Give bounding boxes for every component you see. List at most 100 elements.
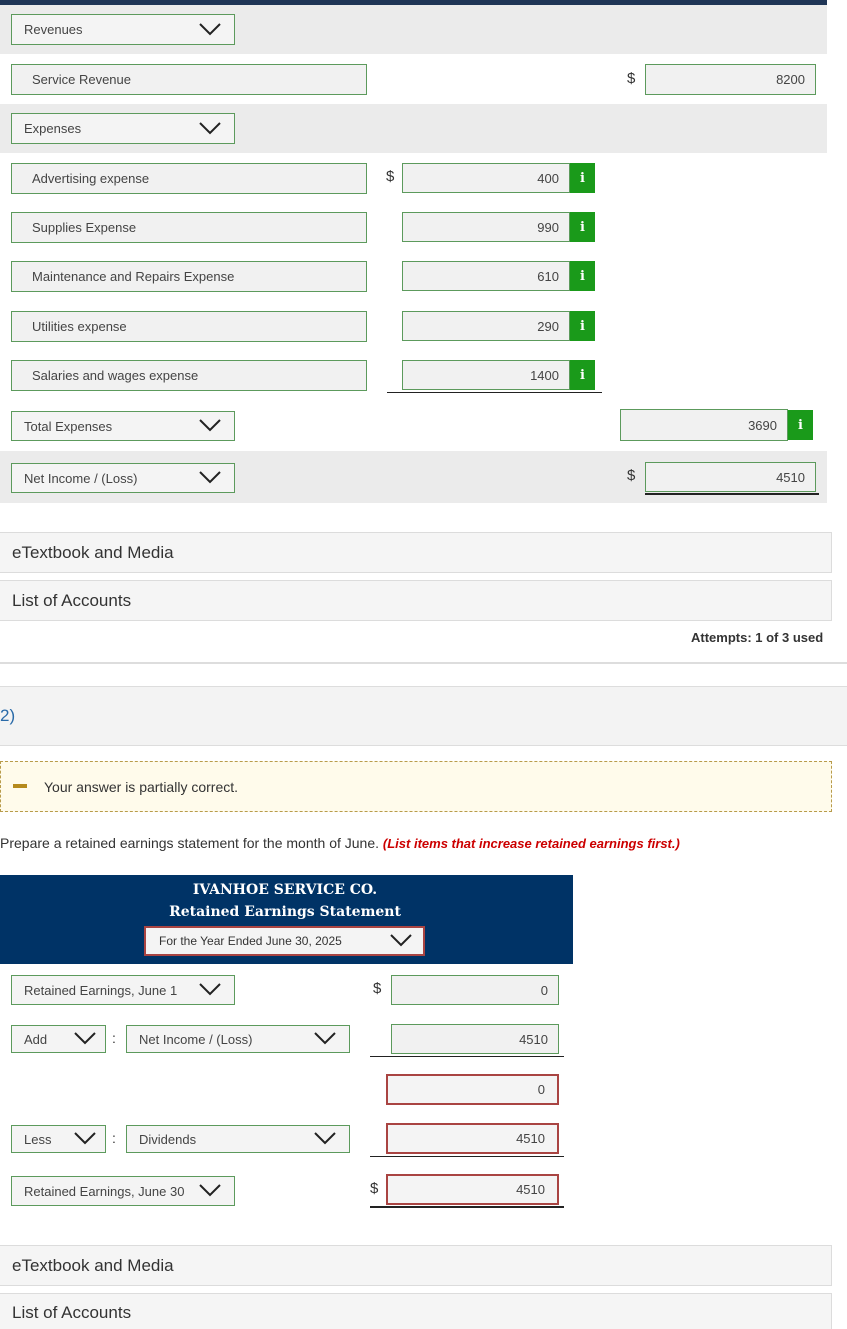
add-item-select[interactable]: Net Income / (Loss) (126, 1025, 350, 1053)
re-begin-amount-text: 0 (540, 982, 548, 998)
revenues-select-label: Revenues (24, 22, 83, 37)
less-select-label: Less (24, 1131, 52, 1147)
re-end-amount[interactable]: 4510 (386, 1174, 559, 1205)
subtotal-underline (370, 1056, 564, 1057)
period-select[interactable]: For the Year Ended June 30, 2025 (144, 926, 425, 956)
total-expenses-amount-text: 3690 (748, 417, 777, 433)
add-amount[interactable]: 4510 (391, 1024, 559, 1054)
add-select-label: Add (24, 1031, 48, 1047)
expense-label-utilities[interactable]: Utilities expense (11, 311, 367, 342)
chevron-down-icon (314, 1132, 336, 1145)
dollar-sign: $ (627, 467, 636, 484)
expense-amount-text: 290 (537, 318, 559, 334)
subtotal-amount[interactable]: 0 (386, 1074, 559, 1105)
info-icon[interactable]: i (788, 410, 813, 440)
statement-title: Retained Earnings Statement (169, 904, 401, 920)
subtotal-amount-text: 0 (537, 1082, 545, 1097)
double-underline (645, 493, 819, 495)
expense-label-text: Salaries and wages expense (32, 368, 199, 383)
expense-amount-text: 400 (537, 170, 559, 186)
chevron-down-icon (199, 121, 221, 134)
partial-icon (13, 784, 27, 788)
list-of-accounts-link[interactable]: List of Accounts (0, 580, 832, 621)
expenses-select[interactable]: Expenses (11, 113, 235, 144)
expense-label-text: Supplies Expense (32, 220, 137, 235)
re-begin-select[interactable]: Retained Earnings, June 1 (11, 975, 235, 1005)
list-of-accounts-link[interactable]: List of Accounts (0, 1293, 832, 1329)
expense-label-text: Advertising expense (32, 171, 150, 186)
chevron-down-icon (199, 983, 221, 996)
re-end-amount-text: 4510 (516, 1182, 545, 1197)
dollar-sign: $ (386, 168, 395, 185)
expense-amount-text: 610 (537, 268, 559, 284)
re-end-select-label: Retained Earnings, June 30 (24, 1183, 185, 1199)
expense-amount-salaries[interactable]: 1400 (402, 360, 570, 390)
expense-amount-text: 990 (537, 219, 559, 235)
add-select[interactable]: Add (11, 1025, 106, 1053)
net-income-select-label: Net Income / (Loss) (24, 470, 138, 486)
re-end-select[interactable]: Retained Earnings, June 30 (11, 1176, 235, 1206)
accounts-label: List of Accounts (12, 590, 132, 610)
service-revenue-field[interactable]: Service Revenue (11, 64, 367, 95)
instruction-note: (List items that increase retained earni… (382, 836, 680, 851)
accounts-label: List of Accounts (12, 1303, 132, 1322)
less-select[interactable]: Less (11, 1125, 106, 1153)
question-number: 2) (0, 706, 16, 725)
expense-label-salaries[interactable]: Salaries and wages expense (11, 360, 367, 391)
re-begin-amount[interactable]: 0 (391, 975, 559, 1005)
expense-label-supplies[interactable]: Supplies Expense (11, 212, 367, 243)
service-revenue-label: Service Revenue (32, 72, 131, 87)
add-item-select-label: Net Income / (Loss) (139, 1031, 253, 1047)
double-underline (370, 1206, 564, 1208)
chevron-down-icon (390, 934, 412, 947)
expense-amount-supplies[interactable]: 990 (402, 212, 570, 242)
add-amount-text: 4510 (519, 1031, 548, 1047)
info-icon[interactable]: i (570, 311, 595, 341)
etextbook-media-link[interactable]: eTextbook and Media (0, 1245, 832, 1286)
chevron-down-icon (199, 22, 221, 35)
info-icon[interactable]: i (570, 212, 595, 242)
expense-amount-advertising[interactable]: 400 (402, 163, 570, 193)
colon: : (112, 1030, 116, 1046)
chevron-down-icon (199, 1184, 221, 1197)
net-income-amount[interactable]: 4510 (645, 462, 816, 492)
total-expenses-select[interactable]: Total Expenses (11, 411, 235, 441)
expense-label-text: Maintenance and Repairs Expense (32, 269, 235, 284)
expense-label-maintenance[interactable]: Maintenance and Repairs Expense (11, 261, 367, 292)
total-expenses-select-label: Total Expenses (24, 418, 113, 434)
etextbook-label: eTextbook and Media (12, 542, 174, 562)
re-begin-select-label: Retained Earnings, June 1 (24, 982, 178, 998)
expense-label-advertising[interactable]: Advertising expense (11, 163, 367, 194)
expense-amount-utilities[interactable]: 290 (402, 311, 570, 341)
etextbook-media-link[interactable]: eTextbook and Media (0, 532, 832, 573)
instruction: Prepare a retained earnings statement fo… (0, 835, 680, 851)
dollar-sign: $ (370, 1180, 379, 1197)
chevron-down-icon (199, 471, 221, 484)
less-item-select[interactable]: Dividends (126, 1125, 350, 1153)
etextbook-label: eTextbook and Media (12, 1255, 174, 1275)
question-header: 2) (0, 686, 847, 746)
info-icon[interactable]: i (570, 163, 595, 193)
expense-label-text: Utilities expense (32, 319, 127, 334)
feedback-box: Your answer is partially correct. (0, 761, 832, 812)
expense-amount-maintenance[interactable]: 610 (402, 261, 570, 291)
subtotal-underline (387, 392, 602, 393)
expense-amount-text: 1400 (530, 367, 559, 383)
subtotal-underline (370, 1156, 564, 1157)
info-icon[interactable]: i (570, 261, 595, 291)
chevron-down-icon (314, 1032, 336, 1045)
total-expenses-amount[interactable]: 3690 (620, 409, 788, 441)
service-revenue-amount[interactable]: 8200 (645, 64, 816, 95)
net-income-select[interactable]: Net Income / (Loss) (11, 463, 235, 493)
dollar-sign: $ (627, 70, 636, 87)
less-amount-text: 4510 (516, 1131, 545, 1146)
less-amount[interactable]: 4510 (386, 1123, 559, 1154)
statement-header: IVANHOE SERVICE CO. Retained Earnings St… (0, 875, 573, 964)
service-revenue-amount-text: 8200 (776, 72, 805, 87)
feedback-text: Your answer is partially correct. (44, 779, 239, 795)
info-icon[interactable]: i (570, 360, 595, 390)
revenues-select[interactable]: Revenues (11, 14, 235, 45)
dollar-sign: $ (373, 980, 382, 997)
chevron-down-icon (199, 419, 221, 432)
net-income-amount-text: 4510 (776, 469, 805, 485)
